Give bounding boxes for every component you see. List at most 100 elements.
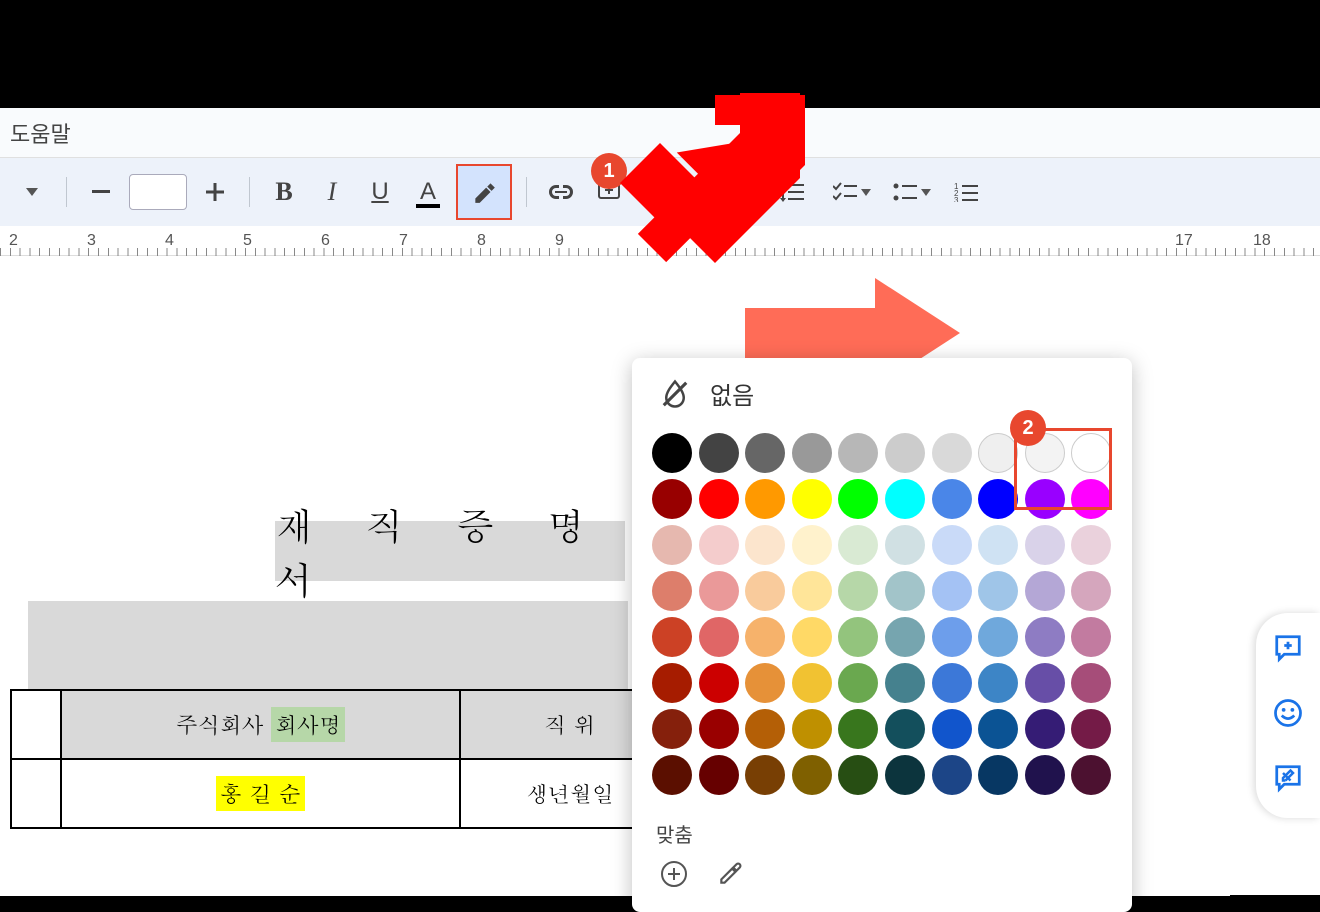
- color-swatch[interactable]: [885, 433, 925, 473]
- color-swatch[interactable]: [885, 571, 925, 611]
- no-color-icon: [660, 379, 690, 409]
- color-swatch[interactable]: [652, 525, 692, 565]
- color-swatch[interactable]: [792, 525, 832, 565]
- color-swatch[interactable]: [1025, 525, 1065, 565]
- color-swatch[interactable]: [652, 663, 692, 703]
- suggest-edits-pill[interactable]: [1273, 763, 1303, 798]
- color-swatch[interactable]: [1025, 709, 1065, 749]
- color-swatch[interactable]: [932, 663, 972, 703]
- color-swatch[interactable]: [699, 663, 739, 703]
- color-swatch[interactable]: [792, 755, 832, 795]
- color-swatch[interactable]: [792, 663, 832, 703]
- italic-button[interactable]: I: [312, 172, 352, 212]
- color-swatch[interactable]: [745, 525, 785, 565]
- color-swatch[interactable]: [1025, 617, 1065, 657]
- color-swatch[interactable]: [978, 755, 1018, 795]
- color-swatch[interactable]: [1025, 571, 1065, 611]
- add-custom-color-button[interactable]: [656, 856, 692, 892]
- color-swatch[interactable]: [838, 617, 878, 657]
- menu-help[interactable]: 도움말: [10, 117, 71, 149]
- color-swatch[interactable]: [699, 709, 739, 749]
- color-swatch[interactable]: [792, 433, 832, 473]
- color-swatch[interactable]: [652, 433, 692, 473]
- color-swatch[interactable]: [699, 755, 739, 795]
- color-swatch[interactable]: [838, 709, 878, 749]
- color-swatch[interactable]: [885, 663, 925, 703]
- color-swatch[interactable]: [932, 617, 972, 657]
- numbered-list-button[interactable]: 123: [946, 172, 986, 212]
- color-swatch[interactable]: [932, 755, 972, 795]
- color-swatch[interactable]: [978, 617, 1018, 657]
- color-swatch[interactable]: [838, 433, 878, 473]
- color-swatch[interactable]: [1071, 755, 1111, 795]
- zoom-out-button[interactable]: [81, 172, 121, 212]
- color-swatch[interactable]: [745, 433, 785, 473]
- color-swatch[interactable]: [652, 755, 692, 795]
- color-swatch[interactable]: [838, 525, 878, 565]
- color-swatch[interactable]: [885, 479, 925, 519]
- color-swatch[interactable]: [745, 755, 785, 795]
- color-swatch[interactable]: [978, 571, 1018, 611]
- color-swatch[interactable]: [745, 617, 785, 657]
- color-swatch[interactable]: [745, 571, 785, 611]
- color-swatch[interactable]: [932, 479, 972, 519]
- color-swatch[interactable]: [1071, 571, 1111, 611]
- color-swatch[interactable]: [745, 479, 785, 519]
- color-swatch[interactable]: [699, 479, 739, 519]
- color-swatch[interactable]: [885, 755, 925, 795]
- color-swatch[interactable]: [885, 525, 925, 565]
- color-swatch[interactable]: [1071, 663, 1111, 703]
- color-swatch[interactable]: [838, 755, 878, 795]
- color-swatch[interactable]: [885, 617, 925, 657]
- color-swatch[interactable]: [699, 433, 739, 473]
- ruler-mark: 7: [399, 232, 408, 250]
- doc-title[interactable]: 재 직 증 명 서: [275, 521, 625, 581]
- color-swatch[interactable]: [652, 709, 692, 749]
- color-swatch[interactable]: [932, 525, 972, 565]
- underline-button[interactable]: U: [360, 172, 400, 212]
- color-swatch[interactable]: [792, 617, 832, 657]
- insert-link-button[interactable]: [541, 172, 581, 212]
- color-swatch[interactable]: [699, 525, 739, 565]
- color-swatch[interactable]: [978, 709, 1018, 749]
- emoji-reaction-pill[interactable]: [1273, 698, 1303, 733]
- ruler-mark: 17: [1175, 232, 1193, 250]
- add-comment-pill[interactable]: [1273, 633, 1303, 668]
- color-swatch[interactable]: [978, 663, 1018, 703]
- color-swatch[interactable]: [838, 571, 878, 611]
- color-swatch[interactable]: [652, 617, 692, 657]
- color-swatch[interactable]: [699, 617, 739, 657]
- color-swatch[interactable]: [792, 479, 832, 519]
- bold-button[interactable]: B: [264, 172, 304, 212]
- color-swatch[interactable]: [1071, 525, 1111, 565]
- color-swatch[interactable]: [652, 479, 692, 519]
- color-swatch[interactable]: [932, 571, 972, 611]
- no-highlight-option[interactable]: 없음: [632, 358, 1132, 429]
- checklist-button[interactable]: [826, 172, 878, 212]
- color-swatch[interactable]: [792, 571, 832, 611]
- highlight-color-button[interactable]: [456, 164, 512, 220]
- color-swatch[interactable]: [1025, 755, 1065, 795]
- color-swatch[interactable]: [978, 433, 1018, 473]
- color-swatch[interactable]: [885, 709, 925, 749]
- color-swatch[interactable]: [652, 571, 692, 611]
- zoom-level-input[interactable]: [129, 174, 187, 210]
- color-swatch[interactable]: [838, 479, 878, 519]
- eyedropper-button[interactable]: [712, 856, 748, 892]
- color-swatch[interactable]: [932, 709, 972, 749]
- zoom-in-button[interactable]: [195, 172, 235, 212]
- color-swatch[interactable]: [978, 479, 1018, 519]
- color-swatch[interactable]: [745, 709, 785, 749]
- color-swatch[interactable]: [792, 709, 832, 749]
- bullet-list-button[interactable]: [886, 172, 938, 212]
- color-swatch[interactable]: [1071, 617, 1111, 657]
- more-dropdown[interactable]: [12, 172, 52, 212]
- color-swatch[interactable]: [932, 433, 972, 473]
- text-color-button[interactable]: A: [408, 172, 448, 212]
- color-swatch[interactable]: [699, 571, 739, 611]
- color-swatch[interactable]: [1071, 709, 1111, 749]
- color-swatch[interactable]: [1025, 663, 1065, 703]
- color-swatch[interactable]: [745, 663, 785, 703]
- color-swatch[interactable]: [838, 663, 878, 703]
- color-swatch[interactable]: [978, 525, 1018, 565]
